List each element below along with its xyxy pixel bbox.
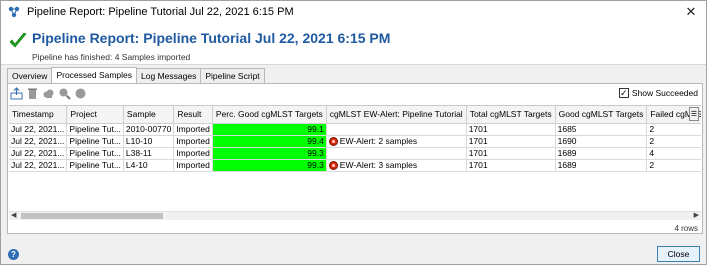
col-good-targets[interactable]: Good cgMLST Targets <box>555 106 648 124</box>
export-icon[interactable] <box>10 87 23 100</box>
cell-perc-good: 99.4 <box>212 135 327 148</box>
report-title: Pipeline Report: Pipeline Tutorial Jul 2… <box>32 30 391 46</box>
show-succeeded-label: Show Succeeded <box>631 88 698 98</box>
window-close-icon[interactable]: ✕ <box>682 3 700 21</box>
cell-ew-alert: EW-Alert: 2 samples <box>326 135 467 148</box>
close-button[interactable]: Close <box>657 246 700 262</box>
alert-icon <box>328 136 338 146</box>
col-project[interactable]: Project <box>66 106 124 124</box>
cell-good: 1689 <box>555 159 648 172</box>
col-result[interactable]: Result <box>173 106 213 124</box>
show-succeeded-checkbox[interactable]: ✓ <box>618 88 629 98</box>
cell-result: Imported <box>173 123 213 136</box>
pipeline-report-window: Pipeline Report: Pipeline Tutorial Jul 2… <box>0 0 707 265</box>
circle-icon[interactable] <box>74 87 87 100</box>
col-perc-good[interactable]: Perc. Good cgMLST Targets <box>212 106 327 124</box>
samples-table-container: Timestamp Project Sample Result Perc. Go… <box>9 105 701 223</box>
cell-sample: L10-10 <box>123 135 175 148</box>
processed-samples-panel: ✓ Show Succeeded Timestamp Project Sampl… <box>7 83 703 234</box>
cell-good: 1689 <box>555 147 648 160</box>
table-row[interactable]: Jul 22, 2021... Pipeline Tut... L10-10 I… <box>9 135 701 148</box>
tab-log-messages[interactable]: Log Messages <box>136 68 202 83</box>
cell-failed: 2 <box>646 123 701 136</box>
cell-result: Imported <box>173 135 213 148</box>
cell-project: Pipeline Tut... <box>66 123 124 136</box>
ew-alert-text[interactable]: EW-Alert: 2 samples <box>340 136 417 146</box>
zoom-icon[interactable] <box>58 87 71 100</box>
report-subtitle: Pipeline has finished: 4 Samples importe… <box>32 52 191 62</box>
col-timestamp[interactable]: Timestamp <box>9 106 68 124</box>
cell-perc-good: 99.3 <box>212 159 327 172</box>
scroll-left-icon[interactable]: ◀ <box>11 211 16 219</box>
cell-sample: 2010-00770 <box>123 123 175 136</box>
cell-failed: 2 <box>646 135 701 148</box>
cell-project: Pipeline Tut... <box>66 159 124 172</box>
cell-timestamp: Jul 22, 2021... <box>9 147 68 160</box>
scrollbar-thumb[interactable] <box>21 213 163 219</box>
show-succeeded-toggle[interactable]: ✓ Show Succeeded <box>618 88 698 98</box>
cell-good: 1685 <box>555 123 648 136</box>
cell-sample: L4-10 <box>123 159 175 172</box>
cell-project: Pipeline Tut... <box>66 147 124 160</box>
tab-overview[interactable]: Overview <box>7 68 53 83</box>
cell-ew-alert <box>326 147 467 160</box>
cell-sample: L38-11 <box>123 147 175 160</box>
table-row[interactable]: Jul 22, 2021... Pipeline Tut... 2010-007… <box>9 123 701 136</box>
cell-project: Pipeline Tut... <box>66 135 124 148</box>
cell-failed: 2 <box>646 159 701 172</box>
cell-perc-good: 99.3 <box>212 147 327 160</box>
table-header-row: Timestamp Project Sample Result Perc. Go… <box>9 106 701 124</box>
cell-timestamp: Jul 22, 2021... <box>9 123 68 136</box>
cell-ew-alert <box>326 123 467 136</box>
cell-total: 1701 <box>466 147 556 160</box>
cell-total: 1701 <box>466 135 556 148</box>
samples-toolbar <box>10 87 87 101</box>
table-row[interactable]: Jul 22, 2021... Pipeline Tut... L38-11 I… <box>9 147 701 160</box>
cell-result: Imported <box>173 159 213 172</box>
alert-icon <box>328 160 338 170</box>
col-ew-alert[interactable]: cgMLST EW-Alert: Pipeline Tutorial <box>326 106 467 124</box>
title-bar: Pipeline Report: Pipeline Tutorial Jul 2… <box>1 1 706 23</box>
col-sample[interactable]: Sample <box>123 106 175 124</box>
window-title: Pipeline Report: Pipeline Tutorial Jul 2… <box>27 6 294 18</box>
row-count: 4 rows <box>674 224 698 233</box>
app-icon <box>8 6 20 18</box>
cell-ew-alert: EW-Alert: 3 samples <box>326 159 467 172</box>
checkmark-icon <box>9 32 27 48</box>
cell-failed: 4 <box>646 147 701 160</box>
cell-good: 1690 <box>555 135 648 148</box>
cell-timestamp: Jul 22, 2021... <box>9 159 68 172</box>
tab-processed-samples[interactable]: Processed Samples <box>51 67 138 83</box>
cell-result: Imported <box>173 147 213 160</box>
samples-table: Timestamp Project Sample Result Perc. Go… <box>9 106 701 172</box>
help-icon[interactable]: ? <box>8 249 19 260</box>
horizontal-scrollbar[interactable]: ◀ ▶ <box>9 211 701 220</box>
scroll-right-icon[interactable]: ▶ <box>694 211 699 219</box>
cloud-icon[interactable] <box>42 87 55 100</box>
table-row[interactable]: Jul 22, 2021... Pipeline Tut... L4-10 Im… <box>9 159 701 172</box>
column-chooser-icon[interactable]: ☰ <box>689 107 699 121</box>
report-tabs: Overview Processed Samples Log Messages … <box>7 67 265 83</box>
cell-total: 1701 <box>466 123 556 136</box>
delete-icon[interactable] <box>26 87 39 100</box>
cell-timestamp: Jul 22, 2021... <box>9 135 68 148</box>
ew-alert-text[interactable]: EW-Alert: 3 samples <box>340 160 417 170</box>
cell-perc-good: 99.1 <box>212 123 327 136</box>
tab-pipeline-script[interactable]: Pipeline Script <box>200 68 265 83</box>
report-header: Pipeline Report: Pipeline Tutorial Jul 2… <box>1 23 706 65</box>
cell-total: 1701 <box>466 159 556 172</box>
col-total-targets[interactable]: Total cgMLST Targets <box>466 106 556 124</box>
